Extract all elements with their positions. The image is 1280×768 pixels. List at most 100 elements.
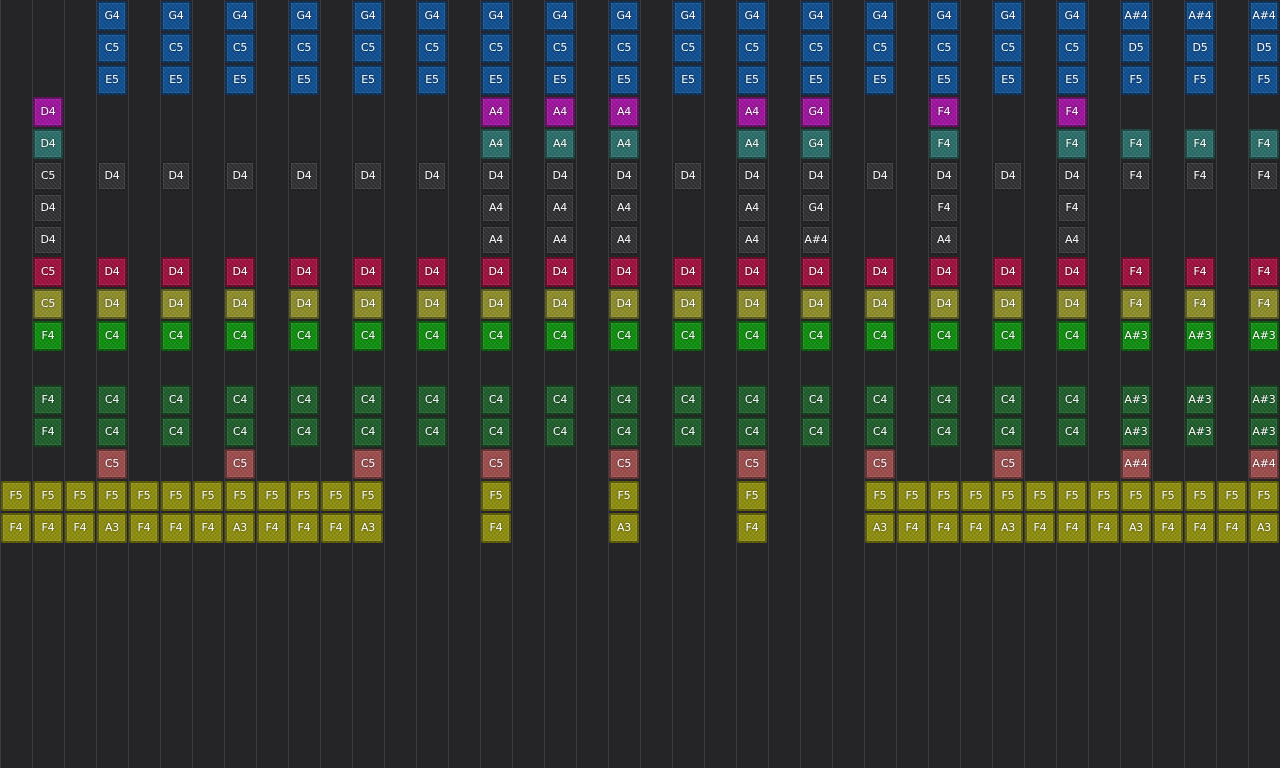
- note-block[interactable]: F5: [225, 481, 255, 511]
- note-block[interactable]: F4: [33, 385, 63, 415]
- note-block[interactable]: F5: [865, 481, 895, 511]
- note-block[interactable]: C4: [673, 321, 703, 351]
- note-block[interactable]: G4: [161, 1, 191, 31]
- note-block[interactable]: C4: [929, 321, 959, 351]
- note-block[interactable]: C4: [673, 385, 703, 415]
- note-block[interactable]: A#3: [1185, 417, 1215, 447]
- note-block[interactable]: C4: [289, 385, 319, 415]
- note-block[interactable]: A4: [481, 129, 511, 159]
- note-block[interactable]: C5: [289, 33, 319, 63]
- note-block[interactable]: F4: [1057, 193, 1087, 223]
- note-block[interactable]: F4: [33, 417, 63, 447]
- note-block[interactable]: F4: [1, 513, 31, 543]
- note-block[interactable]: A#3: [1185, 321, 1215, 351]
- note-block[interactable]: F4: [1121, 257, 1151, 287]
- note-block[interactable]: A3: [97, 513, 127, 543]
- note-block[interactable]: D4: [993, 161, 1023, 191]
- note-block[interactable]: D4: [353, 161, 383, 191]
- note-block[interactable]: A3: [993, 513, 1023, 543]
- note-block[interactable]: G4: [417, 1, 447, 31]
- note-block[interactable]: D4: [865, 289, 895, 319]
- note-block[interactable]: C4: [993, 385, 1023, 415]
- note-block[interactable]: F4: [1089, 513, 1119, 543]
- note-block[interactable]: F4: [1249, 161, 1279, 191]
- note-block[interactable]: C4: [97, 417, 127, 447]
- note-block[interactable]: C4: [737, 385, 767, 415]
- note-block[interactable]: C4: [545, 385, 575, 415]
- note-block[interactable]: D4: [289, 161, 319, 191]
- note-block[interactable]: G4: [737, 1, 767, 31]
- note-block[interactable]: F5: [193, 481, 223, 511]
- note-block[interactable]: F4: [257, 513, 287, 543]
- note-block[interactable]: C4: [289, 417, 319, 447]
- note-block[interactable]: G4: [353, 1, 383, 31]
- note-block[interactable]: E5: [1057, 65, 1087, 95]
- note-block[interactable]: A#3: [1185, 385, 1215, 415]
- note-block[interactable]: D4: [865, 257, 895, 287]
- note-block[interactable]: G4: [993, 1, 1023, 31]
- note-block[interactable]: D4: [417, 289, 447, 319]
- note-block[interactable]: F5: [1, 481, 31, 511]
- note-block[interactable]: C4: [225, 385, 255, 415]
- note-block[interactable]: F4: [1249, 257, 1279, 287]
- note-block[interactable]: C4: [865, 417, 895, 447]
- note-block[interactable]: G4: [289, 1, 319, 31]
- note-block[interactable]: F5: [1121, 481, 1151, 511]
- note-block[interactable]: A4: [481, 225, 511, 255]
- note-block[interactable]: G4: [801, 193, 831, 223]
- note-block[interactable]: F5: [609, 481, 639, 511]
- note-block[interactable]: D4: [801, 161, 831, 191]
- note-block[interactable]: A3: [609, 513, 639, 543]
- note-block[interactable]: C4: [417, 417, 447, 447]
- note-block[interactable]: C5: [609, 33, 639, 63]
- note-block[interactable]: A4: [481, 193, 511, 223]
- note-block[interactable]: A3: [225, 513, 255, 543]
- note-block[interactable]: A4: [1057, 225, 1087, 255]
- note-block[interactable]: D4: [353, 257, 383, 287]
- note-block[interactable]: C4: [609, 321, 639, 351]
- note-block[interactable]: F5: [321, 481, 351, 511]
- note-block[interactable]: A4: [481, 97, 511, 127]
- note-block[interactable]: F4: [897, 513, 927, 543]
- note-block[interactable]: F4: [33, 321, 63, 351]
- note-block[interactable]: G4: [801, 129, 831, 159]
- note-block[interactable]: F4: [1057, 513, 1087, 543]
- note-block[interactable]: C5: [161, 33, 191, 63]
- note-block[interactable]: E5: [289, 65, 319, 95]
- note-block[interactable]: C5: [801, 33, 831, 63]
- note-block[interactable]: C5: [1057, 33, 1087, 63]
- note-block[interactable]: C5: [33, 257, 63, 287]
- note-block[interactable]: D4: [929, 257, 959, 287]
- note-block[interactable]: D4: [545, 257, 575, 287]
- note-block[interactable]: C4: [929, 417, 959, 447]
- note-block[interactable]: D4: [545, 161, 575, 191]
- note-block[interactable]: C4: [545, 417, 575, 447]
- note-block[interactable]: A4: [545, 97, 575, 127]
- note-block[interactable]: D4: [801, 289, 831, 319]
- note-block[interactable]: F5: [961, 481, 991, 511]
- note-block[interactable]: F5: [481, 481, 511, 511]
- note-block[interactable]: D4: [97, 289, 127, 319]
- note-block[interactable]: A#3: [1249, 385, 1279, 415]
- note-block[interactable]: D4: [97, 161, 127, 191]
- note-block[interactable]: D4: [673, 257, 703, 287]
- note-block[interactable]: A4: [737, 97, 767, 127]
- note-block[interactable]: F5: [1153, 481, 1183, 511]
- note-block[interactable]: C4: [97, 385, 127, 415]
- note-block[interactable]: F4: [1185, 513, 1215, 543]
- note-block[interactable]: D5: [1121, 33, 1151, 63]
- note-block[interactable]: C4: [801, 385, 831, 415]
- note-block[interactable]: D4: [481, 257, 511, 287]
- note-block[interactable]: C4: [481, 417, 511, 447]
- note-block[interactable]: D4: [289, 289, 319, 319]
- note-block[interactable]: D4: [97, 257, 127, 287]
- note-block[interactable]: C5: [737, 33, 767, 63]
- note-block[interactable]: F4: [961, 513, 991, 543]
- note-block[interactable]: A4: [609, 129, 639, 159]
- note-block[interactable]: G4: [481, 1, 511, 31]
- note-block[interactable]: E5: [929, 65, 959, 95]
- note-block[interactable]: D4: [481, 289, 511, 319]
- note-block[interactable]: F4: [1185, 161, 1215, 191]
- note-block[interactable]: F4: [65, 513, 95, 543]
- note-block[interactable]: F5: [289, 481, 319, 511]
